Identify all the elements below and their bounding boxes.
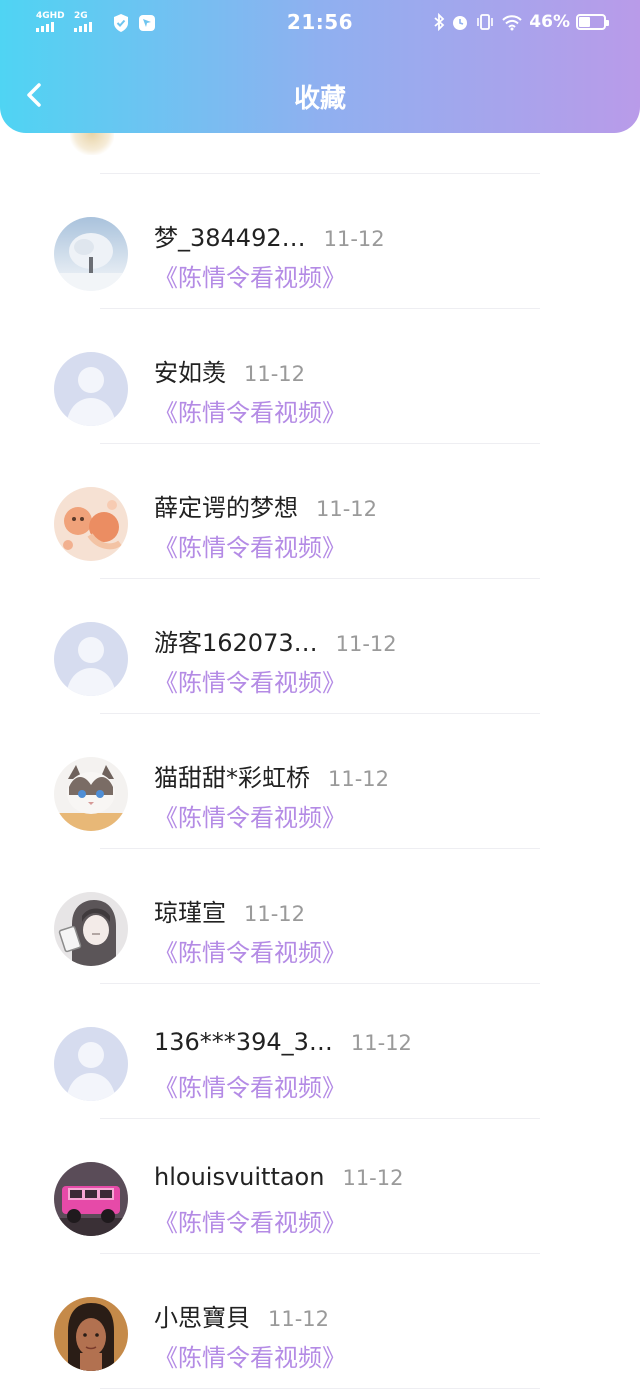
- avatar[interactable]: [54, 1297, 128, 1371]
- avatar[interactable]: [54, 1162, 128, 1236]
- video-title-link[interactable]: 《陈情令看视频》: [154, 528, 346, 563]
- vibrate-icon: [477, 14, 494, 30]
- battery-percent: 46%: [529, 12, 570, 32]
- list-item[interactable]: 小思寶貝 11-12 《陈情令看视频》: [0, 1254, 640, 1388]
- video-title-link[interactable]: 《陈情令看视频》: [154, 1068, 346, 1103]
- name-row: hlouisvuittaon 11-12: [154, 1163, 403, 1191]
- favorite-date: 11-12: [350, 1031, 412, 1055]
- favorite-date: 11-12: [323, 227, 385, 251]
- favorite-date: 11-12: [316, 497, 378, 521]
- video-title-link[interactable]: 《陈情令看视频》: [154, 933, 346, 968]
- avatar[interactable]: [54, 892, 128, 966]
- list-item[interactable]: 安如羡 11-12 《陈情令看视频》: [0, 309, 640, 443]
- list-item[interactable]: 136***394_3… 11-12 《陈情令看视频》: [0, 984, 640, 1118]
- user-name: 游客162073…: [154, 629, 318, 657]
- battery-icon: [576, 14, 609, 30]
- video-title-link[interactable]: 《陈情令看视频》: [154, 798, 346, 833]
- avatar[interactable]: [54, 352, 128, 426]
- list-item[interactable]: 猫甜甜*彩虹桥 11-12 《陈情令看视频》: [0, 714, 640, 848]
- video-title-link[interactable]: 《陈情令看视频》: [154, 663, 346, 698]
- favorite-date: 11-12: [268, 1307, 330, 1331]
- favorites-list: 梦_384492… 11-12 《陈情令看视频》 安如羡 11-12 《陈情令看视频》 薛定…: [0, 133, 640, 1389]
- name-row: 安如羡 11-12: [154, 353, 305, 388]
- list-item[interactable]: hlouisvuittaon 11-12 《陈情令看视频》: [0, 1119, 640, 1253]
- name-row: 琼瑾宣 11-12: [154, 893, 305, 928]
- user-name: 琼瑾宣: [154, 899, 226, 927]
- user-name: 猫甜甜*彩虹桥: [154, 764, 310, 792]
- video-title-link[interactable]: 《陈情令看视频》: [154, 1338, 346, 1373]
- list-item[interactable]: 薛定谔的梦想 11-12 《陈情令看视频》: [0, 444, 640, 578]
- avatar[interactable]: [54, 757, 128, 831]
- alarm-icon: [453, 16, 468, 30]
- user-name: 136***394_3…: [154, 1028, 333, 1056]
- page-title: 收藏: [293, 84, 346, 114]
- favorite-date: 11-12: [342, 1166, 404, 1190]
- partial-list-item: [0, 133, 640, 173]
- video-title-link[interactable]: 《陈情令看视频》: [154, 393, 346, 428]
- status-right: 46%: [433, 12, 609, 32]
- wifi-icon: [502, 15, 523, 31]
- favorite-date: 11-12: [335, 632, 397, 656]
- user-name: 梦_384492…: [154, 224, 306, 252]
- favorite-date: 11-12: [244, 362, 306, 386]
- name-row: 猫甜甜*彩虹桥 11-12: [154, 758, 389, 793]
- avatar[interactable]: [54, 487, 128, 561]
- favorite-date: 11-12: [328, 767, 390, 791]
- app-header: 4GHD 2G 21:56 46% 收藏: [0, 0, 640, 133]
- list-item[interactable]: 琼瑾宣 11-12 《陈情令看视频》: [0, 849, 640, 983]
- user-name: 安如羡: [154, 359, 226, 387]
- name-row: 梦_384492… 11-12: [154, 218, 385, 253]
- video-title-link[interactable]: 《陈情令看视频》: [154, 258, 346, 293]
- bluetooth-icon: [434, 13, 445, 31]
- name-row: 薛定谔的梦想 11-12: [154, 488, 377, 523]
- user-name: hlouisvuittaon: [154, 1163, 325, 1191]
- avatar[interactable]: [54, 217, 128, 291]
- user-name: 薛定谔的梦想: [154, 494, 298, 522]
- name-row: 游客162073… 11-12: [154, 623, 397, 658]
- favorite-date: 11-12: [244, 902, 306, 926]
- status-bar: 4GHD 2G 21:56 46%: [0, 0, 640, 48]
- partial-avatar: [70, 133, 114, 155]
- video-title-link[interactable]: 《陈情令看视频》: [154, 1203, 346, 1238]
- avatar[interactable]: [54, 1027, 128, 1101]
- list-item[interactable]: 梦_384492… 11-12 《陈情令看视频》: [0, 174, 640, 308]
- user-name: 小思寶貝: [154, 1304, 250, 1332]
- name-row: 小思寶貝 11-12: [154, 1298, 329, 1333]
- name-row: 136***394_3… 11-12: [154, 1028, 412, 1056]
- avatar[interactable]: [54, 622, 128, 696]
- list-item[interactable]: 游客162073… 11-12 《陈情令看视频》: [0, 579, 640, 713]
